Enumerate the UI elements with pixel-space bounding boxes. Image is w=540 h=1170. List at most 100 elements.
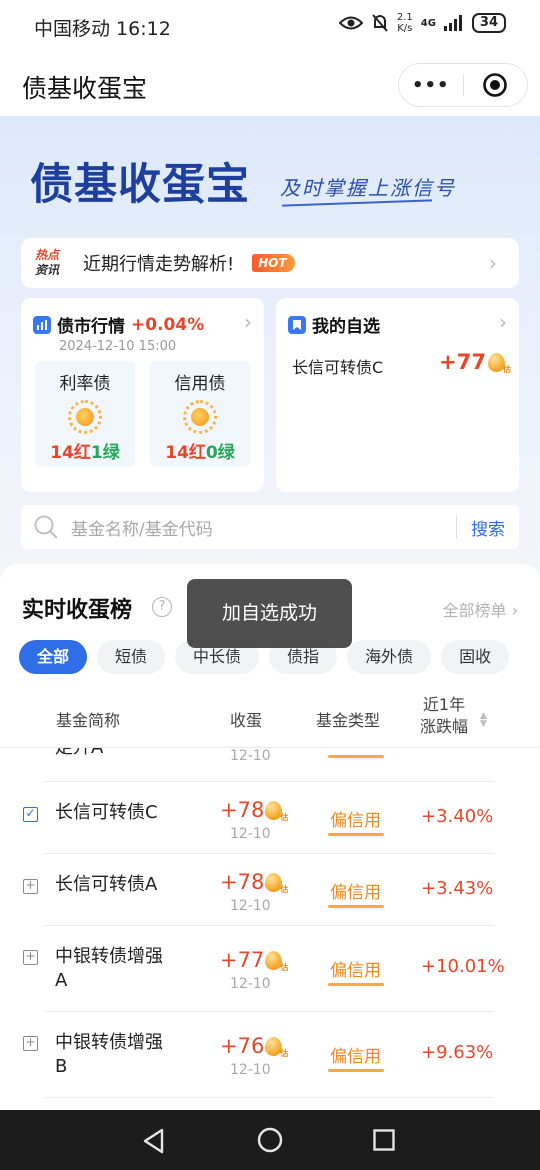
add-checkbox-icon[interactable]: + bbox=[23, 950, 38, 965]
fund-type[interactable]: 偏信用 bbox=[330, 956, 381, 981]
net-speed: 2.1 K/s bbox=[396, 12, 413, 34]
recents-icon[interactable] bbox=[373, 1129, 395, 1151]
fund-eggs: +78 bbox=[220, 870, 288, 895]
status-bar: 中国移动 16:12 2.1 K/s 4G 34 bbox=[0, 0, 540, 52]
checkbox-checked-icon[interactable]: ✓ bbox=[23, 807, 38, 822]
table-row[interactable]: 走升A 12-10 bbox=[0, 748, 540, 782]
egg-icon bbox=[265, 950, 288, 973]
fund-date: 12-10 bbox=[230, 898, 271, 914]
type-underline bbox=[328, 755, 384, 758]
mini-program-capsule: ••• bbox=[398, 63, 528, 107]
fund-eggs: +76 bbox=[220, 1034, 288, 1059]
rate-bond-count: 14红1绿 bbox=[50, 443, 120, 463]
type-underline bbox=[328, 983, 384, 986]
fund-date: 12-10 bbox=[230, 748, 271, 764]
column-one-year-change[interactable]: 近1年 涨跌幅 bbox=[420, 694, 468, 738]
table-row[interactable]: + 中银转债增强B +76 12-10 偏信用 +9.63% bbox=[0, 1012, 540, 1098]
watchlist-card-header: 我的自选 bbox=[288, 312, 380, 337]
eye-icon bbox=[338, 16, 363, 30]
more-dots-icon: ••• bbox=[411, 74, 450, 96]
column-name: 基金简称 bbox=[56, 711, 121, 730]
hot-badge: HOT bbox=[252, 254, 295, 272]
chevron-right-icon: › bbox=[511, 601, 518, 620]
my-watchlist-card[interactable]: 我的自选 › 长信可转债C +77 bbox=[276, 298, 519, 492]
market-time: 2024-12-10 15:00 bbox=[59, 339, 177, 354]
fund-eggs: +77 bbox=[220, 948, 288, 973]
all-rankings-link[interactable]: 全部榜单 › bbox=[442, 597, 518, 621]
banner-logo: 债基收蛋宝 bbox=[30, 160, 250, 210]
sunny-icon bbox=[183, 400, 217, 434]
fund-one-year-change: +10.01% bbox=[421, 956, 505, 977]
hot-news-tag: 热点 资讯 bbox=[35, 248, 60, 277]
rate-bond-name: 利率债 bbox=[59, 374, 111, 394]
table-header: 基金简称 收蛋 基金类型 近1年 涨跌幅 bbox=[0, 690, 540, 748]
watchlist-item-name[interactable]: 长信可转债C bbox=[292, 354, 383, 378]
bond-market-card[interactable]: 债市行情 +0.04% › 2024-12-10 15:00 利率债 14红1绿… bbox=[21, 298, 264, 492]
fund-name: 走升A bbox=[55, 748, 185, 760]
egg-icon bbox=[488, 352, 511, 375]
battery-indicator: 34 bbox=[471, 13, 506, 33]
close-button[interactable] bbox=[464, 64, 528, 106]
table-row[interactable]: + 长信可转债A +78 12-10 偏信用 +3.43% bbox=[0, 854, 540, 926]
home-icon[interactable] bbox=[257, 1127, 283, 1153]
status-icons: 2.1 K/s 4G 34 bbox=[338, 12, 506, 34]
table-row[interactable]: + 中银转债增强A +77 12-10 偏信用 +10.01% bbox=[0, 926, 540, 1012]
filter-chip-short[interactable]: 短债 bbox=[97, 640, 166, 674]
add-checkbox-icon[interactable]: + bbox=[23, 879, 38, 894]
rate-bond-box[interactable]: 利率债 14红1绿 bbox=[35, 361, 135, 467]
carrier-time: 中国移动 16:12 bbox=[34, 18, 171, 40]
sort-icon[interactable]: ▲ ▼ bbox=[480, 712, 487, 729]
table-row[interactable]: ✓ 长信可转债C +78 12-10 偏信用 +3.40% bbox=[0, 782, 540, 854]
search-input[interactable]: 基金名称/基金代码 bbox=[71, 515, 456, 540]
type-underline bbox=[328, 905, 384, 908]
fund-date: 12-10 bbox=[230, 826, 271, 842]
sunny-icon bbox=[68, 400, 102, 434]
more-button[interactable]: ••• bbox=[399, 64, 463, 106]
filter-chip-overseas[interactable]: 海外债 bbox=[347, 640, 432, 674]
search-button[interactable]: 搜索 bbox=[457, 515, 519, 540]
fund-name: 长信可转债A bbox=[55, 874, 158, 895]
fund-one-year-change: +3.40% bbox=[421, 806, 494, 827]
column-eggs: 收蛋 bbox=[230, 711, 263, 730]
banner-slogan: 及时掌握上涨信号 bbox=[280, 176, 456, 200]
fund-table: 走升A 12-10 ✓ 长信可转债C +78 12-10 偏信用 +3.40% … bbox=[0, 748, 540, 1110]
back-icon[interactable] bbox=[142, 1128, 166, 1154]
fund-type[interactable]: 偏信用 bbox=[330, 806, 381, 831]
chevron-right-icon: › bbox=[489, 251, 497, 275]
egg-icon bbox=[265, 872, 288, 895]
fund-eggs: +78 bbox=[220, 798, 288, 823]
type-underline bbox=[328, 833, 384, 836]
search-bar[interactable]: 基金名称/基金代码 搜索 bbox=[21, 505, 519, 549]
bookmark-icon bbox=[288, 315, 306, 334]
market-card-header: 债市行情 +0.04% bbox=[33, 312, 204, 337]
chevron-right-icon: › bbox=[499, 310, 507, 334]
target-close-icon bbox=[483, 73, 508, 97]
page-title: 债基收蛋宝 bbox=[22, 74, 148, 103]
add-checkbox-icon[interactable]: + bbox=[23, 1036, 38, 1051]
credit-bond-name: 信用债 bbox=[174, 374, 226, 394]
fund-type[interactable]: 偏信用 bbox=[330, 1042, 381, 1067]
row-divider bbox=[44, 1097, 494, 1098]
chevron-right-icon: › bbox=[244, 310, 252, 334]
filter-chip-fixed-income[interactable]: 固收 bbox=[441, 640, 510, 674]
toast-message: 加自选成功 bbox=[187, 579, 352, 648]
app-header: 债基收蛋宝 ••• bbox=[0, 52, 540, 116]
watchlist-card-title: 我的自选 bbox=[312, 317, 380, 337]
fund-name: 长信可转债C bbox=[55, 802, 158, 823]
credit-bond-count: 14红0绿 bbox=[165, 443, 235, 463]
egg-icon bbox=[265, 800, 288, 823]
mute-bell-icon bbox=[372, 14, 388, 32]
help-icon[interactable]: ? bbox=[152, 597, 172, 617]
egg-icon bbox=[265, 1036, 288, 1059]
hot-news-banner[interactable]: 热点 资讯 近期行情走势解析! HOT › bbox=[21, 238, 519, 288]
market-card-title: 债市行情 bbox=[57, 317, 125, 337]
column-type: 基金类型 bbox=[316, 711, 381, 730]
credit-bond-box[interactable]: 信用债 14红0绿 bbox=[150, 361, 250, 467]
filter-chip-all[interactable]: 全部 bbox=[19, 640, 88, 674]
fund-type[interactable]: 偏信用 bbox=[330, 878, 381, 903]
watchlist-item-value: +77 bbox=[439, 350, 511, 375]
ranking-title: 实时收蛋榜 bbox=[22, 598, 133, 623]
type-underline bbox=[328, 1069, 384, 1072]
fund-date: 12-10 bbox=[230, 976, 271, 992]
signal-icon bbox=[443, 15, 462, 31]
